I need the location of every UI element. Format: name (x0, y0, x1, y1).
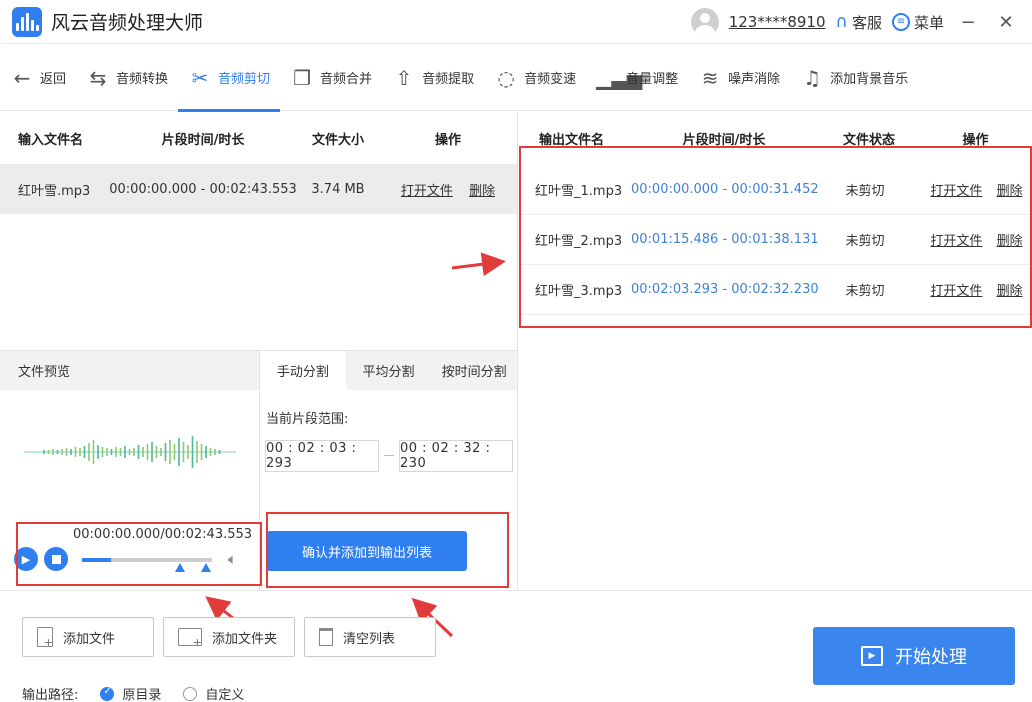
app-logo-icon (12, 6, 42, 37)
convert-icon: ⇆ (89, 65, 107, 90)
annotation-box-output (519, 146, 1032, 328)
add-file-button[interactable]: 添加文件 (22, 617, 154, 657)
back-label: 返回 (40, 72, 67, 87)
play-square-icon: ▶ (861, 646, 883, 666)
tool-add-background-music[interactable]: ♫ 添加背景音乐 (790, 45, 918, 111)
title-bar: 风云音频处理大师 123****8910 ∩ 客服 ≡ 菜单 − ✕ (0, 0, 1032, 44)
tool-audio-cut[interactable]: ✂ 音频剪切 (178, 45, 281, 112)
tab-time-split[interactable]: 按时间分割 (431, 351, 517, 390)
input-file-time: 00:00:00.000 - 00:02:43.553 (109, 181, 297, 197)
tool-volume-adjust[interactable]: ▁▃▅ 音量调整 (586, 45, 688, 111)
tool-audio-merge[interactable]: ❐ 音频合并 (280, 45, 382, 111)
radio-custom-label: 自定义 (205, 688, 245, 702)
header-segment-time: 片段时间/时长 (682, 132, 766, 148)
speed-icon: ◌ (497, 65, 515, 90)
annotation-box-player (16, 522, 262, 586)
header-file-size: 文件大小 (311, 132, 364, 148)
segment-range-label: 当前片段范围: (266, 412, 349, 427)
add-folder-button[interactable]: 添加文件夹 (163, 617, 295, 657)
tool-audio-extract[interactable]: ⇧ 音频提取 (382, 45, 484, 111)
panel-divider (517, 112, 518, 590)
start-processing-button[interactable]: ▶ 开始处理 (813, 627, 1015, 685)
delete-link[interactable]: 删除 (469, 184, 495, 199)
tab-manual-split[interactable]: 手动分割 (260, 351, 346, 390)
customer-service-label: 客服 (851, 13, 882, 32)
function-toolbar: ← 返回 ⇆ 音频转换 ✂ 音频剪切 ❐ 音频合并 ⇧ 音频提取 ◌ 音频变速 … (0, 45, 1032, 112)
tool-label: 音频转换 (116, 72, 169, 87)
radio-original-label: 原目录 (122, 688, 162, 702)
open-file-link[interactable]: 打开文件 (401, 184, 453, 199)
file-preview-label: 文件预览 (18, 365, 71, 380)
waveform-display (24, 436, 236, 468)
header-file-status: 文件状态 (842, 132, 895, 148)
tool-audio-convert[interactable]: ⇆ 音频转换 (76, 45, 178, 111)
annotation-box-confirm (266, 512, 509, 588)
add-file-icon (37, 627, 53, 649)
tool-label: 音量调整 (626, 72, 679, 87)
tool-label: 音频变速 (524, 72, 577, 87)
tab-average-split[interactable]: 平均分割 (346, 351, 432, 390)
app-title: 风云音频处理大师 (51, 12, 204, 34)
add-file-label: 添加文件 (63, 631, 116, 647)
volume-bars-icon: ▁▃▅ (596, 65, 643, 90)
clear-list-button[interactable]: 清空列表 (304, 617, 436, 657)
header-output-name: 输出文件名 (539, 132, 605, 148)
arrow-left-icon: ← (13, 65, 31, 90)
tool-label: 音频提取 (422, 72, 475, 87)
scissors-icon: ✂ (191, 65, 209, 90)
noise-icon: ≋ (701, 65, 719, 90)
extract-icon: ⇧ (395, 65, 413, 90)
menu-icon: ≡ (891, 13, 910, 31)
input-file-name: 红叶雪.mp3 (18, 183, 91, 199)
output-path-label: 输出路径: (22, 688, 79, 702)
input-file-size: 3.74 MB (311, 181, 365, 197)
bottom-divider (0, 590, 1032, 591)
clear-list-label: 清空列表 (343, 631, 396, 647)
tool-noise-removal[interactable]: ≋ 噪声消除 (688, 45, 790, 111)
header-actions: 操作 (962, 132, 989, 148)
header-input-name: 输入文件名 (18, 132, 84, 148)
user-account-link[interactable]: 123****8910 (729, 13, 826, 31)
menu-label: 菜单 (913, 13, 944, 32)
segment-start-input[interactable]: 00 : 02 : 03 : 293 (265, 440, 379, 472)
input-table-header: 输入文件名 片段时间/时长 文件大小 操作 (0, 112, 518, 164)
tool-label: 音频合并 (320, 72, 373, 87)
header-actions: 操作 (434, 132, 461, 148)
start-processing-label: 开始处理 (895, 647, 967, 668)
headset-icon: ∩ (835, 12, 848, 32)
range-dash (384, 455, 394, 456)
input-table-row[interactable]: 红叶雪.mp3 00:00:00.000 - 00:02:43.553 3.74… (0, 164, 518, 214)
radio-original-dir[interactable] (100, 686, 115, 701)
tool-label: 音频剪切 (218, 72, 271, 87)
split-mode-tabs: 手动分割 平均分割 按时间分割 (260, 350, 517, 390)
minimize-button[interactable]: − (954, 12, 982, 33)
customer-service-button[interactable]: ∩ 客服 (836, 12, 882, 33)
close-button[interactable]: ✕ (992, 12, 1020, 33)
file-preview-header: 文件预览 (0, 350, 259, 390)
output-path: 输出路径: 原目录 自定义 (22, 684, 244, 702)
menu-button[interactable]: ≡ 菜单 (891, 12, 944, 33)
radio-custom-dir[interactable] (183, 686, 198, 701)
add-folder-label: 添加文件夹 (212, 631, 278, 647)
avatar[interactable] (690, 8, 719, 36)
header-segment-time: 片段时间/时长 (161, 132, 245, 148)
tool-label: 添加背景音乐 (830, 72, 909, 87)
merge-icon: ❐ (293, 65, 312, 90)
tool-label: 噪声消除 (728, 72, 781, 87)
music-note-icon: ♫ (803, 65, 822, 90)
segment-end-input[interactable]: 00 : 02 : 32 : 230 (399, 440, 513, 472)
tool-audio-speed[interactable]: ◌ 音频变速 (484, 45, 586, 111)
trash-icon (319, 628, 333, 646)
add-folder-icon (178, 628, 202, 649)
back-button[interactable]: ← 返回 (0, 45, 76, 111)
